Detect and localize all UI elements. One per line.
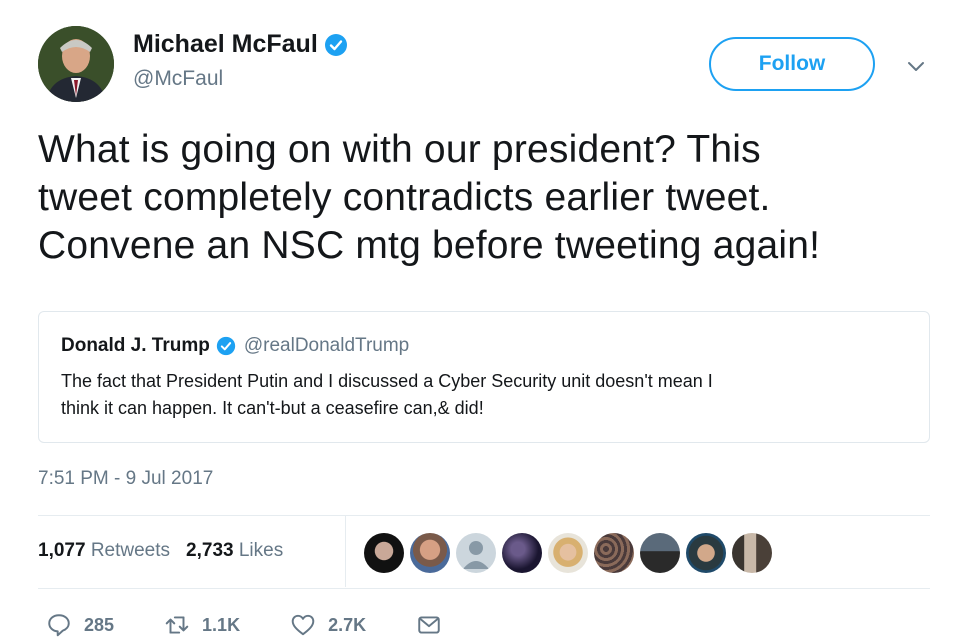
liker-avatar[interactable] bbox=[594, 533, 634, 573]
like-button[interactable]: 2.7K bbox=[290, 612, 366, 638]
chevron-down-icon[interactable] bbox=[904, 54, 928, 78]
divider bbox=[38, 588, 930, 589]
reply-count: 285 bbox=[84, 614, 115, 635]
follow-button[interactable]: Follow bbox=[709, 37, 875, 91]
liker-avatar[interactable] bbox=[548, 533, 588, 573]
quoted-tweet-header: Donald J. Trump @realDonaldTrump bbox=[61, 335, 409, 357]
retweet-icon bbox=[165, 616, 189, 634]
retweet-button[interactable]: 1.1K bbox=[164, 612, 240, 638]
liker-avatar[interactable] bbox=[732, 533, 772, 573]
divider bbox=[38, 515, 930, 516]
liker-avatar[interactable] bbox=[640, 533, 680, 573]
retweets-label: Retweets bbox=[90, 540, 171, 561]
tweet-text: What is going on with our president? Thi… bbox=[38, 126, 948, 270]
retweets-count: 1,077 bbox=[38, 540, 86, 561]
verified-badge-icon bbox=[216, 336, 236, 356]
quoted-author-name: Donald J. Trump bbox=[61, 335, 210, 356]
verified-badge-icon bbox=[324, 33, 348, 57]
liker-avatar[interactable] bbox=[502, 533, 542, 573]
quoted-text-line: think it can happen. It can't-but a ceas… bbox=[61, 398, 484, 418]
likes-label: Likes bbox=[238, 540, 284, 561]
reply-button[interactable]: 285 bbox=[46, 612, 114, 638]
author-name[interactable]: Michael McFaul bbox=[133, 30, 348, 59]
quoted-tweet[interactable]: Donald J. Trump @realDonaldTrump The fac… bbox=[38, 311, 930, 443]
stats-divider bbox=[345, 516, 346, 587]
author-handle[interactable]: @McFaul bbox=[133, 67, 223, 91]
reply-icon bbox=[48, 614, 70, 637]
liker-avatar[interactable] bbox=[456, 533, 496, 573]
tweet-actions: 285 1.1K 2.7K bbox=[46, 612, 492, 638]
quoted-tweet-text: The fact that President Putin and I disc… bbox=[61, 368, 921, 422]
liker-avatar[interactable] bbox=[686, 533, 726, 573]
tweet-text-line: Convene an NSC mtg before tweeting again… bbox=[38, 224, 821, 267]
heart-icon bbox=[291, 614, 315, 636]
tweet-stats: 1,077 Retweets 2,733 Likes bbox=[38, 540, 283, 562]
author-avatar[interactable] bbox=[38, 26, 114, 102]
tweet-text-line: tweet completely contradicts earlier twe… bbox=[38, 176, 771, 219]
author-name-text[interactable]: Michael McFaul bbox=[133, 30, 318, 59]
liker-avatar[interactable] bbox=[410, 533, 450, 573]
likes-stat[interactable]: 2,733 Likes bbox=[186, 540, 283, 562]
tweet-text-line: What is going on with our president? Thi… bbox=[38, 128, 761, 171]
retweet-count: 1.1K bbox=[202, 614, 241, 635]
direct-message-button[interactable] bbox=[416, 612, 442, 638]
liker-avatars bbox=[364, 533, 772, 573]
like-count: 2.7K bbox=[328, 614, 367, 635]
quoted-author-handle: @realDonaldTrump bbox=[243, 335, 410, 356]
retweets-stat[interactable]: 1,077 Retweets bbox=[38, 540, 170, 562]
tweet-timestamp[interactable]: 7:51 PM - 9 Jul 2017 bbox=[38, 468, 213, 490]
liker-avatar[interactable] bbox=[364, 533, 404, 573]
envelope-icon bbox=[418, 616, 440, 634]
quoted-text-line: The fact that President Putin and I disc… bbox=[61, 371, 713, 391]
likes-count: 2,733 bbox=[186, 540, 234, 561]
